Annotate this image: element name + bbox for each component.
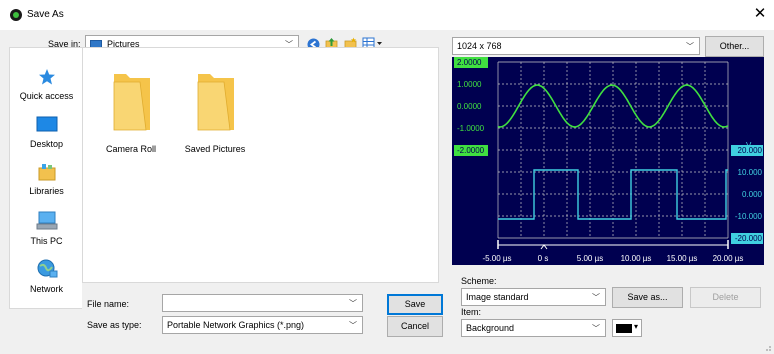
chevron-down-icon: ﹀ bbox=[686, 42, 694, 51]
left-axis-label: -2.0000 bbox=[457, 146, 485, 155]
item-label: Item: bbox=[461, 307, 482, 317]
place-label: Quick access bbox=[19, 91, 74, 101]
chevron-down-icon: ﹀ bbox=[592, 293, 600, 302]
chevron-down-icon: ﹀ bbox=[592, 324, 600, 333]
delete-scheme-button: Delete bbox=[690, 287, 761, 308]
left-axis-label: 1.0000 bbox=[457, 80, 482, 89]
file-list[interactable]: Camera Roll Saved Pictures bbox=[82, 47, 439, 283]
scheme-dropdown[interactable]: Image standard ﹀ bbox=[461, 288, 606, 306]
x-axis-label: 10.00 µs bbox=[621, 254, 652, 263]
place-label: Desktop bbox=[29, 139, 64, 149]
right-axis-label: 10.000 bbox=[738, 168, 763, 177]
left-axis-label: -1.0000 bbox=[457, 124, 485, 133]
item-dropdown[interactable]: Background ﹀ bbox=[461, 319, 606, 337]
x-axis-label: 20.00 µs bbox=[713, 254, 744, 263]
right-axis-label: -10.000 bbox=[735, 212, 763, 221]
other-button[interactable]: Other... bbox=[705, 36, 764, 57]
places-bar: Quick access Desktop Libraries This PC N… bbox=[9, 47, 82, 309]
chevron-down-icon: ▾ bbox=[634, 322, 639, 331]
left-axis-label: 0.0000 bbox=[457, 102, 482, 111]
oscilloscope-display: 2.00001.00000.0000-1.0000-2.0000V20.0001… bbox=[454, 57, 763, 263]
file-name: Camera Roll bbox=[105, 144, 156, 154]
item-value: Background bbox=[466, 323, 515, 333]
app-icon bbox=[10, 9, 22, 21]
x-axis-label: 5.00 µs bbox=[577, 254, 603, 263]
right-axis-label: -20.000 bbox=[735, 234, 763, 243]
close-icon[interactable]: ✕ bbox=[752, 6, 768, 21]
place-label: Network bbox=[29, 284, 63, 294]
place-label: This PC bbox=[30, 236, 63, 246]
save-as-type-label: Save as type: bbox=[87, 320, 142, 330]
x-axis-label: -5.00 µs bbox=[482, 254, 511, 263]
libraries-icon bbox=[38, 164, 56, 181]
chevron-down-icon[interactable]: ﹀ bbox=[349, 298, 357, 309]
star-icon bbox=[39, 69, 55, 85]
desktop-icon bbox=[36, 116, 58, 132]
oscilloscope-preview: 2.00001.00000.0000-1.0000-2.0000V20.0001… bbox=[452, 57, 764, 265]
chevron-down-icon: ﹀ bbox=[349, 321, 357, 330]
network-icon bbox=[37, 259, 58, 278]
resolution-value: 1024 x 768 bbox=[457, 41, 502, 51]
left-axis-label: 2.0000 bbox=[457, 58, 482, 67]
file-name-input[interactable]: ﹀ bbox=[162, 294, 363, 312]
place-label: Libraries bbox=[29, 186, 64, 196]
right-axis-label: 20.000 bbox=[738, 146, 763, 155]
title-bar bbox=[0, 0, 774, 30]
x-axis-label: 15.00 µs bbox=[667, 254, 698, 263]
scheme-value: Image standard bbox=[466, 292, 529, 302]
cancel-button[interactable]: Cancel bbox=[387, 316, 443, 337]
trigger-marker bbox=[540, 244, 548, 250]
folder-icon bbox=[197, 74, 234, 131]
window-title: Save As bbox=[27, 9, 64, 20]
resize-grip-icon[interactable] bbox=[762, 342, 772, 352]
file-name-label: File name: bbox=[87, 299, 130, 309]
color-swatch bbox=[616, 324, 632, 333]
computer-icon bbox=[36, 211, 58, 230]
right-axis-label: 0.000 bbox=[742, 190, 763, 199]
item-color-picker[interactable]: ▾ bbox=[612, 319, 642, 337]
save-scheme-as-button[interactable]: Save as... bbox=[612, 287, 683, 308]
save-button[interactable]: Save bbox=[387, 294, 443, 315]
resolution-dropdown[interactable]: 1024 x 768 ﹀ bbox=[452, 37, 700, 55]
folder-icon bbox=[113, 74, 150, 131]
scheme-label: Scheme: bbox=[461, 276, 497, 286]
save-as-type-dropdown[interactable]: Portable Network Graphics (*.png) ﹀ bbox=[162, 316, 363, 334]
x-axis-label: 0 s bbox=[538, 254, 549, 263]
file-name: Saved Pictures bbox=[184, 144, 246, 154]
save-as-type-value: Portable Network Graphics (*.png) bbox=[167, 320, 305, 330]
